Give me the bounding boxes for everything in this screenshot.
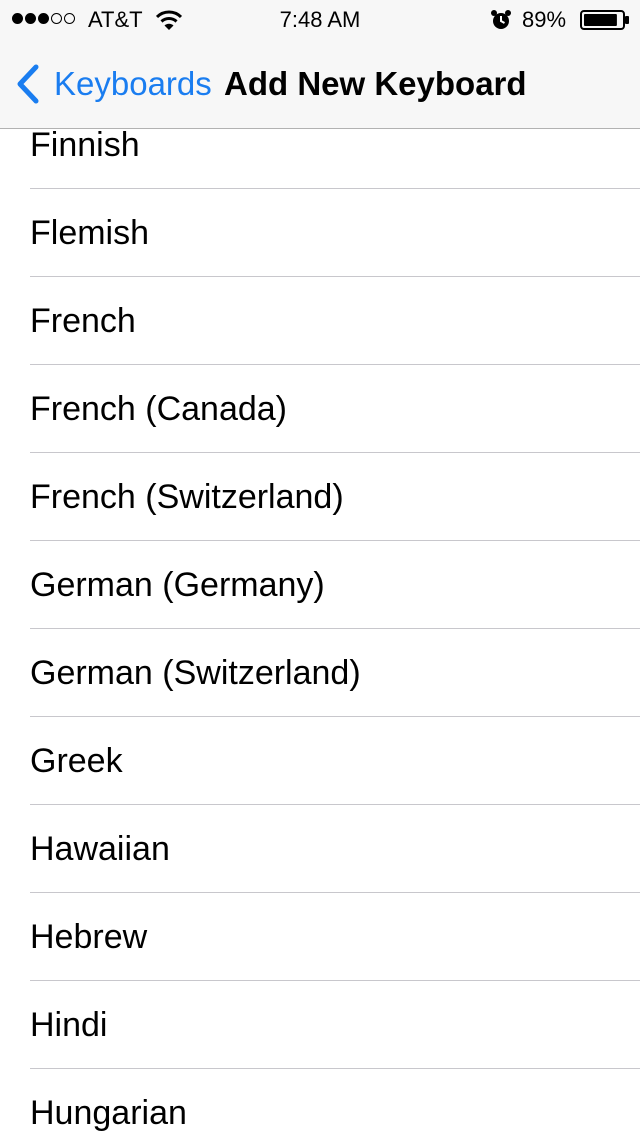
list-item[interactable]: Hindi [0, 981, 640, 1069]
battery-percentage: 89% [522, 7, 567, 32]
list-item[interactable]: Hawaiian [0, 805, 640, 893]
back-button[interactable]: Keyboards [14, 62, 212, 106]
alarm-icon [491, 10, 511, 29]
list-item[interactable]: Hebrew [0, 893, 640, 981]
list-item-label: Hebrew [30, 918, 148, 956]
navigation-bar: Keyboards Add New Keyboard [0, 40, 640, 128]
list-item-label: German (Germany) [30, 566, 325, 604]
list-item[interactable]: Hungarian [0, 1069, 640, 1136]
list-item[interactable]: French (Canada) [0, 365, 640, 453]
list-item-label: Finnish [30, 126, 140, 164]
chevron-left-icon [17, 64, 39, 104]
keyboard-language-list: Finnish Flemish French French (Canada) Frenc… [0, 101, 640, 1136]
list-item[interactable]: German (Germany) [0, 541, 640, 629]
list-item-label: Hungarian [30, 1094, 187, 1132]
list-item[interactable]: Greek [0, 717, 640, 805]
list-item-label: Hawaiian [30, 830, 170, 868]
list-item-label: French (Switzerland) [30, 478, 344, 516]
add-keyboard-screen: Finnish Flemish French French (Canada) Frenc… [0, 0, 640, 1136]
back-button-label: Keyboards [54, 65, 212, 102]
list-item[interactable]: French (Switzerland) [0, 453, 640, 541]
list-item-label: German (Switzerland) [30, 654, 361, 692]
list-item-label: Greek [30, 742, 123, 780]
list-item[interactable]: German (Switzerland) [0, 629, 640, 717]
page-title: Add New Keyboard [224, 65, 527, 102]
list-item-label: French (Canada) [30, 390, 288, 428]
list-item[interactable]: French [0, 277, 640, 365]
list-item-label: French [30, 302, 136, 340]
battery-icon [580, 10, 629, 30]
header: AT&T 7:48 AM 89% Keyboards Add New Keybo… [0, 0, 640, 129]
list-item-label: Hindi [30, 1006, 108, 1044]
list-item-label: Flemish [30, 214, 150, 252]
list-item[interactable]: Flemish [0, 189, 640, 277]
status-bar: AT&T 7:48 AM 89% [0, 0, 640, 40]
